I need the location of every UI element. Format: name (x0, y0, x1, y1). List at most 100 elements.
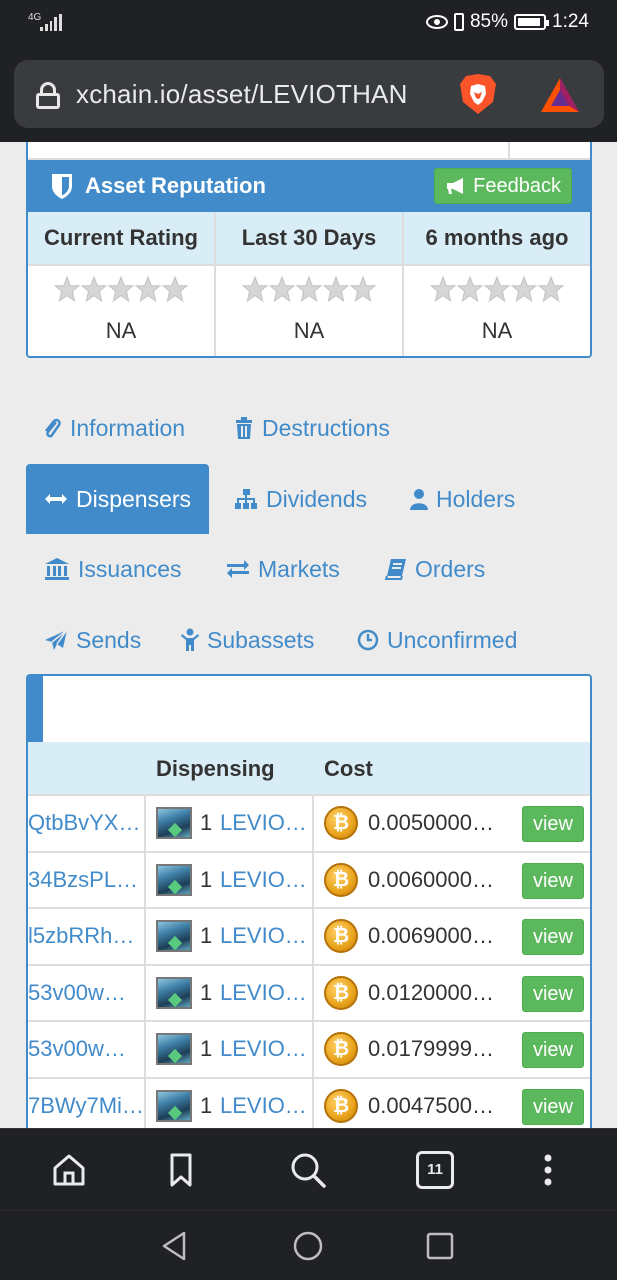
tab-label[interactable]: Markets (258, 556, 340, 583)
search-icon[interactable] (289, 1151, 327, 1189)
table-row: l5zbRRh… 1 LEVIO… ₿ 0.0069000… view (28, 907, 590, 965)
dispenser-address-link[interactable]: l5zbRRh… (28, 909, 146, 965)
dispenser-address-link[interactable]: 34BzsPL… (28, 852, 146, 909)
view-button[interactable]: view (522, 1032, 584, 1068)
back-icon[interactable] (158, 1229, 192, 1263)
dispenser-address-link[interactable]: 7BWy7Mi… (28, 1078, 146, 1128)
header-dispensing: Dispensing (156, 756, 275, 781)
tab-unconfirmed[interactable]: Unconfirmed (357, 605, 517, 675)
star-icon (54, 276, 80, 302)
tab-count[interactable]: 11 (427, 1161, 443, 1178)
bookmark-icon[interactable] (162, 1151, 200, 1189)
asset-thumbnail[interactable] (156, 920, 192, 952)
tab-sends[interactable]: Sends (44, 605, 141, 675)
star-icon (269, 276, 295, 302)
view-button[interactable]: view (522, 975, 584, 1012)
asset-link[interactable]: LEVIO… (220, 1036, 307, 1062)
tab-destructions[interactable]: Destructions (234, 393, 390, 463)
tab-label[interactable]: Orders (415, 556, 485, 583)
dispenser-address-link[interactable]: 53v00w… (28, 1022, 146, 1078)
url-text[interactable]: xchain.io/asset/LEVIOTHAN (76, 79, 408, 110)
star-icon (538, 276, 564, 302)
rating-column-30-days: Last 30 Days NA (216, 212, 404, 356)
browser-bottom-toolbar: 11 (0, 1128, 617, 1210)
bank-icon (45, 558, 69, 580)
star-icon (430, 276, 456, 302)
signal-icon (40, 13, 62, 31)
shield-icon (52, 174, 72, 199)
asset-thumbnail[interactable] (156, 1089, 192, 1122)
bitcoin-icon: ₿ (324, 919, 358, 953)
column-header: 6 months ago (404, 212, 590, 266)
tab-information[interactable]: Information (42, 393, 185, 463)
tab-label[interactable]: Destructions (262, 415, 390, 442)
horizontal-arrows-icon (45, 494, 67, 504)
exchange-icon (227, 560, 249, 578)
asset-thumbnail[interactable] (156, 807, 192, 839)
tab-label[interactable]: Sends (76, 627, 141, 654)
status-bar: 4G 85% 1:24 (0, 0, 617, 46)
dispenser-address-link[interactable]: QtbBvYX… (28, 796, 146, 852)
dispense-quantity: 1 (200, 1092, 213, 1118)
tab-dividends[interactable]: Dividends (234, 464, 367, 534)
page-content: Asset Reputation Feedback Current Rating (0, 142, 617, 1128)
dispensers-panel: Dispensing Cost QtbBvYX… 1 LEVIO… ₿ 0.0050… (26, 674, 592, 1128)
status-right: 85% 1:24 (425, 11, 589, 33)
tab-holders[interactable]: Holders (410, 464, 515, 534)
dispenser-address-link[interactable]: 53v00w… (28, 965, 146, 1022)
star-icon (162, 276, 188, 302)
feedback-label[interactable]: Feedback (473, 175, 561, 198)
tab-label[interactable]: Subassets (207, 627, 314, 654)
star-icon (323, 276, 349, 302)
asset-thumbnail[interactable] (156, 863, 192, 896)
dispensers-table-header: Dispensing Cost (28, 742, 590, 796)
rating-column-6-months: 6 months ago NA (404, 212, 590, 356)
star-rating (216, 266, 402, 306)
view-button[interactable]: view (522, 862, 584, 899)
tab-subassets[interactable]: Subassets (181, 605, 314, 675)
recents-icon[interactable] (423, 1229, 457, 1263)
dispense-quantity: 1 (200, 979, 213, 1005)
table-row: 7BWy7Mi… 1 LEVIO… ₿ 0.0047500… view (28, 1076, 590, 1128)
tab-label[interactable]: Unconfirmed (387, 627, 517, 654)
view-button[interactable]: view (522, 1088, 584, 1125)
tab-label[interactable]: Holders (436, 486, 515, 513)
asset-thumbnail[interactable] (156, 1033, 192, 1065)
sitemap-icon (235, 489, 257, 509)
tab-label[interactable]: Information (70, 415, 185, 442)
home-circle-icon[interactable] (291, 1229, 325, 1263)
tab-markets[interactable]: Markets (226, 534, 340, 604)
view-button[interactable]: view (522, 806, 584, 842)
view-button[interactable]: view (522, 919, 584, 955)
tabs-switcher-button[interactable]: 11 (416, 1151, 454, 1189)
bitcoin-icon: ₿ (324, 806, 358, 840)
asset-link[interactable]: LEVIO… (220, 980, 307, 1006)
table-row: 53v00w… 1 LEVIO… ₿ 0.0179999… view (28, 1020, 590, 1078)
tab-orders[interactable]: Orders (385, 534, 485, 604)
asset-link[interactable]: LEVIO… (220, 923, 307, 949)
asset-link[interactable]: LEVIO… (220, 1093, 307, 1119)
cost-value: 0.0050000… (368, 810, 494, 835)
rating-value: NA (293, 318, 325, 343)
asset-thumbnail[interactable] (156, 976, 192, 1009)
vibrate-icon (453, 13, 464, 31)
feedback-button[interactable]: Feedback (434, 168, 572, 204)
reputation-table: Current Rating NA Last 30 Days NA 6 mont… (28, 212, 590, 356)
brave-rewards-icon[interactable] (539, 76, 581, 114)
tab-dispensers[interactable]: Dispensers (26, 464, 210, 534)
bitcoin-icon: ₿ (324, 1088, 358, 1123)
more-menu-icon[interactable] (529, 1151, 567, 1189)
star-icon (135, 276, 161, 302)
tab-label[interactable]: Dividends (266, 486, 367, 513)
lock-icon[interactable] (36, 82, 60, 109)
asset-link[interactable]: LEVIO… (220, 810, 307, 836)
url-bar[interactable]: xchain.io/asset/LEVIOTHAN (14, 60, 604, 128)
system-navigation-bar (0, 1210, 617, 1280)
home-icon[interactable] (50, 1151, 88, 1189)
column-header: Last 30 Days (216, 212, 402, 266)
tab-label[interactable]: Dispensers (76, 486, 191, 513)
brave-shields-icon[interactable] (458, 72, 498, 116)
tab-issuances[interactable]: Issuances (44, 534, 182, 604)
asset-link[interactable]: LEVIO… (220, 867, 307, 893)
tab-label[interactable]: Issuances (78, 556, 182, 583)
